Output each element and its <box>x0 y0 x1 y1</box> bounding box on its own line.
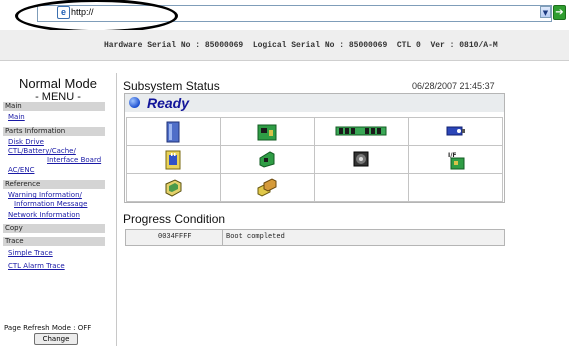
subsystem-status-title: Subsystem Status <box>123 79 220 93</box>
component-cell-enclosure[interactable] <box>126 173 221 202</box>
component-cell-loop-module[interactable] <box>219 173 315 202</box>
progress-message: Boot completed <box>226 233 285 241</box>
section-parts-information: Parts Information <box>3 127 105 136</box>
url-field[interactable] <box>37 5 552 22</box>
link-network-information[interactable]: Network Information <box>8 211 80 219</box>
cache-memory-icon <box>335 126 387 136</box>
component-cell-interface-board[interactable] <box>219 145 315 174</box>
component-cell-ac-power[interactable] <box>126 145 221 174</box>
status-indicator-icon <box>129 97 140 108</box>
mode-title: Normal Mode <box>18 76 98 91</box>
component-cell-empty-1 <box>313 173 410 202</box>
component-cell-io-module[interactable]: I/F <box>408 145 503 174</box>
link-warning-information[interactable]: Warning Information/ <box>8 191 82 199</box>
component-cell-fan[interactable] <box>313 145 410 174</box>
battery-icon <box>446 126 465 136</box>
section-trace: Trace <box>3 237 105 246</box>
status-text: Ready <box>147 95 190 111</box>
component-cell-disk-drive[interactable] <box>126 117 221 146</box>
component-grid: I/F <box>126 117 503 202</box>
loop-module-icon <box>257 177 277 197</box>
component-cell-cache[interactable] <box>313 117 410 146</box>
fan-icon <box>353 151 369 167</box>
status-datetime: 06/28/2007 21:45:37 <box>412 81 495 91</box>
progress-condition-title: Progress Condition <box>123 212 226 226</box>
url-text[interactable]: http:// <box>71 6 94 18</box>
link-simple-trace[interactable]: Simple Trace <box>8 249 53 257</box>
interface-board-icon <box>259 151 275 168</box>
link-interface-board[interactable]: Interface Board <box>47 156 101 164</box>
link-ctl-alarm-trace[interactable]: CTL Alarm Trace <box>8 262 65 270</box>
link-information-message[interactable]: Information Message <box>14 200 87 208</box>
link-disk-drive[interactable]: Disk Drive <box>8 138 44 146</box>
link-ctl-battery-cache[interactable]: CTL/Battery/Cache/ <box>8 147 76 155</box>
component-cell-battery[interactable] <box>408 117 503 146</box>
component-cell-controller[interactable] <box>219 117 315 146</box>
ac-power-icon <box>165 150 181 169</box>
io-module-icon: I/F <box>448 152 465 169</box>
change-button[interactable]: Change <box>34 333 78 345</box>
section-copy: Copy <box>3 224 105 233</box>
go-arrow-icon[interactable]: ➔ <box>553 5 566 20</box>
page-refresh-mode: Page Refresh Mode : OFF <box>4 324 92 332</box>
link-ac-enc[interactable]: AC/ENC <box>8 166 34 174</box>
progress-divider <box>222 230 223 245</box>
link-main[interactable]: Main <box>8 113 25 121</box>
enclosure-icon <box>165 178 182 197</box>
component-cell-empty-2 <box>408 173 503 202</box>
chevron-down-icon[interactable]: ▼ <box>540 6 551 18</box>
hardware-serial-text: Hardware Serial No : 85000069 Logical Se… <box>104 41 498 50</box>
progress-code: 0034FFFF <box>158 233 192 241</box>
controller-board-icon <box>257 124 277 140</box>
section-main: Main <box>3 102 105 111</box>
disk-drive-icon <box>166 121 180 142</box>
section-reference: Reference <box>3 180 105 189</box>
ie-page-icon: e <box>57 6 70 19</box>
